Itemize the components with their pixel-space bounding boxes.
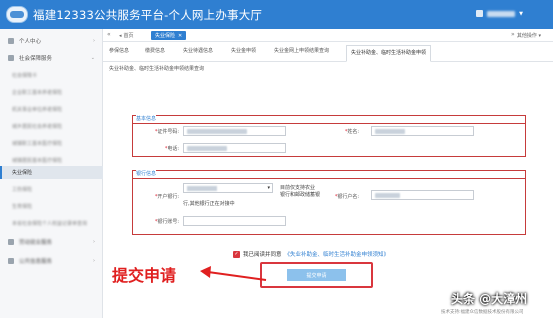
chevron-down-icon: ▼ — [519, 10, 523, 17]
chevron-right-icon: › — [93, 258, 95, 264]
tab-unemployment-label: 失业保险 — [155, 33, 176, 39]
sidebar-group-public-info[interactable]: 公共信息服务 › — [0, 252, 103, 270]
agreement-text: 我已阅读并同意 — [243, 252, 282, 258]
person-icon — [8, 38, 14, 44]
id-number-field[interactable] — [183, 126, 286, 136]
sidebar-item-label: 城乡居民社会养老保险 — [12, 124, 63, 130]
bank-info-section: 银行信息 *开户银行: ▾ 行,其他银行正在对接中 目前仅支持农业 银行和邮政储… — [132, 170, 526, 235]
section-divider — [133, 178, 525, 179]
function-tabs: 参保信息 缴费信息 失业待遇信息 失业金申领 失业金网上申领结果查询 失业补助金… — [103, 42, 553, 62]
annotation-label: 提交申请 — [112, 266, 177, 285]
subtab-row: 失业补助金、临时生活补助金申领结果查询 — [103, 62, 553, 76]
watermark: 头条 @大漳州 — [451, 292, 528, 306]
tab-home-label: 首页 — [123, 33, 134, 39]
sidebar-group-label: 劳动就业服务 — [19, 240, 53, 246]
sidebar-item-enterprise-pension[interactable]: 企业职工基本养老保险 — [0, 86, 103, 99]
sidebar-item-label: 城镇职工基本医疗保险 — [12, 141, 63, 147]
sidebar: 个人中心 › 社会保障服务 ⌄ 社会保障卡 企业职工基本养老保险 机关事业单位养… — [0, 29, 103, 318]
submit-highlight: 提交申请 — [260, 262, 373, 288]
shield-icon — [8, 55, 14, 61]
app-header: 福建12333公共服务平台-个人网上办事大厅 ▼ — [0, 0, 553, 29]
account-number-label: *银行账号: — [154, 219, 179, 225]
submit-button[interactable]: 提交申请 — [287, 269, 346, 281]
tab-unemployment[interactable]: 失业保险 ✕ — [151, 31, 187, 40]
id-number-label: *证件号码: — [154, 129, 179, 135]
chevron-right-icon: › — [93, 239, 95, 245]
tab-benefit-apply[interactable]: 失业金申领 — [231, 47, 256, 59]
scroll-left-icon[interactable]: « — [107, 31, 111, 38]
user-menu[interactable]: ▼ — [476, 10, 523, 17]
bank-info-title: 银行信息 — [136, 170, 157, 177]
briefcase-icon — [8, 239, 14, 245]
name-label: *姓名: — [344, 129, 359, 135]
sidebar-item-work-injury[interactable]: 工伤保险 — [0, 183, 103, 196]
chevron-right-icon: › — [93, 38, 95, 44]
basic-info-title: 基本信息 — [136, 115, 157, 122]
chevron-down-icon: ⌄ — [90, 55, 95, 61]
sidebar-group-social-security[interactable]: 社会保障服务 ⌄ — [0, 49, 103, 67]
agreement-checkbox[interactable]: ✓ — [233, 250, 240, 258]
section-divider — [133, 123, 525, 124]
name-field[interactable] — [371, 126, 474, 136]
tab-subsidy-result[interactable]: 失业补助金、临时生活补助金申领结果查询 — [109, 65, 204, 72]
sidebar-item-label: 社会保障卡 — [12, 73, 38, 79]
close-icon[interactable]: ✕ — [178, 33, 182, 39]
user-name — [487, 10, 516, 17]
phone-field[interactable] — [183, 143, 286, 153]
tab-benefit-info[interactable]: 失业待遇信息 — [183, 47, 213, 59]
logo-icon — [6, 6, 28, 23]
breadcrumb: « ◂ 首页 失业保险 ✕ » 其他操作 ▾ — [103, 29, 553, 42]
sidebar-item-label: 城镇居民基本医疗保险 — [12, 158, 63, 164]
bank-label: *开户银行: — [154, 194, 179, 200]
app-title: 福建12333公共服务平台-个人网上办事大厅 — [33, 8, 263, 22]
tab-insured-info[interactable]: 参保信息 — [109, 47, 129, 59]
agreement-row: ✓ 我已阅读并同意 《失业补助金、临时生活补助金申领须知》 — [233, 250, 389, 258]
account-name-field[interactable] — [371, 190, 474, 200]
sidebar-group-personal[interactable]: 个人中心 › — [0, 32, 103, 50]
sidebar-item-label: 工伤保险 — [12, 187, 33, 193]
tab-apply-result[interactable]: 失业金网上申领结果查询 — [274, 47, 329, 59]
account-number-field[interactable] — [183, 216, 286, 226]
sidebar-item-institution-pension[interactable]: 机关事业单位养老保险 — [0, 103, 103, 116]
user-icon — [476, 10, 484, 17]
sidebar-item-social-card[interactable]: 社会保障卡 — [0, 69, 103, 82]
info-icon — [8, 258, 14, 264]
sidebar-item-label: 生育保险 — [12, 204, 33, 210]
sidebar-item-unemployment[interactable]: 失业保险 — [0, 166, 103, 179]
phone-label: *电话: — [164, 146, 179, 152]
tab-subsidy-apply[interactable]: 失业补助金、临时生活补助金申领 — [346, 45, 432, 62]
more-actions-menu[interactable]: 其他操作 ▾ — [517, 32, 541, 39]
arrow-left-icon — [200, 266, 267, 281]
bank-hint-tail: 行,其他银行正在对接中 — [183, 201, 235, 207]
sidebar-item-rights-record[interactable]: 本省社会保险个人权益记录单查询 — [0, 217, 103, 230]
account-name-label: *银行户名: — [334, 194, 359, 200]
sidebar-item-label: 本省社会保险个人权益记录单查询 — [12, 221, 88, 227]
sidebar-group-label: 公共信息服务 — [19, 259, 53, 265]
tab-payment-info[interactable]: 缴费信息 — [145, 47, 165, 59]
sidebar-group-employment[interactable]: 劳动就业服务 › — [0, 233, 103, 251]
sidebar-item-maternity[interactable]: 生育保险 — [0, 200, 103, 213]
chevron-down-icon: ▾ — [267, 185, 270, 191]
bank-hint-line1: 目前仅支持农业 — [280, 185, 316, 191]
home-icon: ◂ — [119, 32, 122, 39]
sidebar-group-label: 社会保障服务 — [19, 56, 53, 62]
tab-home[interactable]: ◂ 首页 — [119, 32, 134, 40]
sidebar-item-label: 失业保险 — [12, 170, 33, 176]
sidebar-item-label: 机关事业单位养老保险 — [12, 107, 63, 113]
bank-select[interactable]: ▾ — [183, 183, 273, 193]
footer-text: 技术支持:福建众信数据技术股份有限公司 — [441, 310, 524, 315]
sidebar-group-label: 个人中心 — [19, 39, 42, 45]
sidebar-item-resident-pension[interactable]: 城乡居民社会养老保险 — [0, 120, 103, 133]
agreement-link[interactable]: 《失业补助金、临时生活补助金申领须知》 — [285, 250, 390, 258]
scroll-right-icon[interactable]: » — [511, 31, 515, 38]
sidebar-item-employee-medical[interactable]: 城镇职工基本医疗保险 — [0, 137, 103, 150]
sidebar-item-label: 企业职工基本养老保险 — [12, 90, 63, 96]
basic-info-section: 基本信息 *证件号码: *姓名: *电话: — [132, 115, 526, 157]
